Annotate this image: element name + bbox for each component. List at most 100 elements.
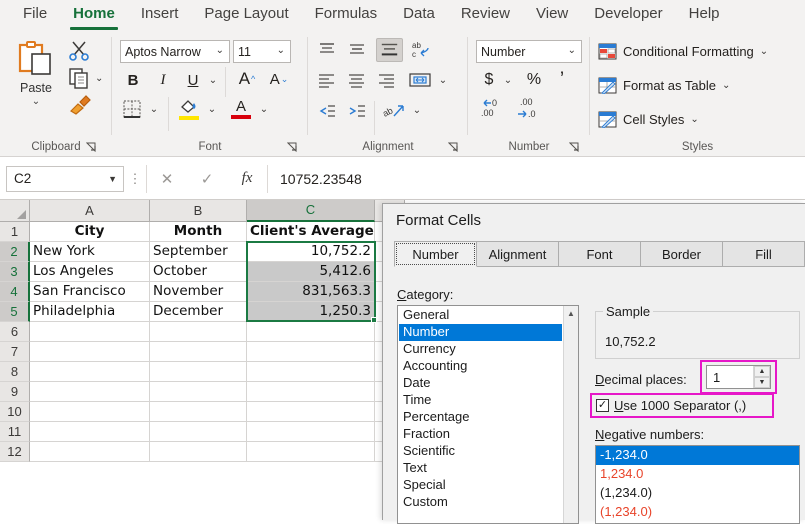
cell-b2[interactable]: September: [150, 242, 247, 262]
wrap-text-button[interactable]: ab c: [410, 40, 436, 61]
negative-number-option-3[interactable]: (1,234.0): [596, 484, 799, 503]
font-dialog-launcher[interactable]: [287, 142, 297, 152]
increase-indent-button[interactable]: [346, 101, 370, 122]
ribbon-tab-insert[interactable]: Insert: [128, 0, 192, 31]
cell-b4[interactable]: November: [150, 282, 247, 302]
cell-c12[interactable]: [247, 442, 375, 462]
cell-c4[interactable]: 831,563.3: [247, 282, 375, 302]
ribbon-tab-view[interactable]: View: [523, 0, 581, 31]
align-right-button[interactable]: [376, 71, 400, 92]
bold-button[interactable]: B: [122, 69, 144, 91]
decimal-places-stepper[interactable]: 1 ▲ ▼: [706, 365, 771, 389]
scroll-up-icon[interactable]: ▲: [564, 306, 578, 321]
cell-c11[interactable]: [247, 422, 375, 442]
cell-b3[interactable]: October: [150, 262, 247, 282]
merge-and-center-button[interactable]: [408, 70, 434, 91]
format-painter-button[interactable]: [68, 93, 94, 117]
comma-style-button[interactable]: ’: [550, 69, 574, 91]
category-item-special[interactable]: Special: [399, 477, 562, 494]
row-header-10[interactable]: 10: [0, 402, 30, 422]
increase-font-size-button[interactable]: A ^: [234, 67, 260, 91]
cell-c3[interactable]: 5,412.6: [247, 262, 375, 282]
align-top-button[interactable]: [316, 40, 340, 61]
borders-chevron-down-icon[interactable]: ⌄: [146, 97, 162, 121]
name-box[interactable]: C2 ▼: [6, 165, 124, 192]
cell-c1[interactable]: Client's Average: [247, 222, 375, 242]
font-name-chevron-down-icon[interactable]: ⌄: [214, 45, 229, 58]
decrease-font-size-button[interactable]: A ⌄: [266, 67, 292, 91]
merge-chevron-down-icon[interactable]: ⌄: [436, 71, 450, 92]
number-format-combo[interactable]: Number ⌄: [476, 40, 582, 63]
align-left-button[interactable]: [316, 71, 340, 92]
category-item-number[interactable]: Number: [399, 324, 562, 341]
negative-number-option-1[interactable]: -1,234.0: [596, 446, 799, 465]
ribbon-tab-data[interactable]: Data: [390, 0, 448, 31]
font-name-combo[interactable]: Aptos Narrow ⌄: [120, 40, 230, 63]
orientation-button[interactable]: ab: [381, 100, 408, 121]
cell-c9[interactable]: [247, 382, 375, 402]
row-header-5[interactable]: 5: [0, 302, 30, 322]
row-header-7[interactable]: 7: [0, 342, 30, 362]
spin-up-icon[interactable]: ▲: [754, 366, 770, 377]
column-header-b[interactable]: B: [150, 200, 247, 222]
number-dialog-launcher[interactable]: [569, 142, 579, 152]
row-header-9[interactable]: 9: [0, 382, 30, 402]
copy-chevron-down-icon[interactable]: ⌄: [95, 73, 103, 84]
row-header-12[interactable]: 12: [0, 442, 30, 462]
category-item-custom[interactable]: Custom: [399, 494, 562, 511]
category-item-accounting[interactable]: Accounting: [399, 358, 562, 375]
underline-button[interactable]: U: [182, 69, 204, 91]
category-item-percentage[interactable]: Percentage: [399, 409, 562, 426]
decrease-decimal-button[interactable]: 0 .00: [478, 95, 508, 119]
ribbon-tab-file[interactable]: File: [10, 0, 60, 31]
font-color-chevron-down-icon[interactable]: ⌄: [256, 97, 272, 121]
fill-handle[interactable]: [371, 317, 377, 323]
negative-number-option-2[interactable]: 1,234.0: [596, 465, 799, 484]
ribbon-tab-formulas[interactable]: Formulas: [302, 0, 391, 31]
row-header-6[interactable]: 6: [0, 322, 30, 342]
cell-b7[interactable]: [150, 342, 247, 362]
dialog-tab-border[interactable]: Border: [640, 241, 723, 267]
category-item-general[interactable]: General: [399, 307, 562, 324]
borders-button[interactable]: [120, 97, 144, 121]
italic-button[interactable]: I: [152, 69, 174, 91]
ribbon-tab-page-layout[interactable]: Page Layout: [191, 0, 301, 31]
category-scrollbar[interactable]: ▲: [563, 306, 578, 523]
dialog-tab-fill[interactable]: Fill: [722, 241, 805, 267]
name-box-chevron-down-icon[interactable]: ▼: [108, 174, 123, 184]
cell-c10[interactable]: [247, 402, 375, 422]
negative-number-option-4[interactable]: (1,234.0): [596, 503, 799, 522]
row-header-3[interactable]: 3: [0, 262, 30, 282]
cell-b9[interactable]: [150, 382, 247, 402]
cell-c8[interactable]: [247, 362, 375, 382]
cell-b1[interactable]: Month: [150, 222, 247, 242]
cell-a2[interactable]: New York: [30, 242, 150, 262]
cell-a11[interactable]: [30, 422, 150, 442]
fx-icon[interactable]: fx: [227, 170, 267, 187]
align-center-button[interactable]: [346, 71, 370, 92]
orientation-chevron-down-icon[interactable]: ⌄: [410, 101, 424, 122]
cell-b12[interactable]: [150, 442, 247, 462]
cell-a9[interactable]: [30, 382, 150, 402]
cell-c7[interactable]: [247, 342, 375, 362]
cell-a3[interactable]: Los Angeles: [30, 262, 150, 282]
cell-a6[interactable]: [30, 322, 150, 342]
category-item-date[interactable]: Date: [399, 375, 562, 392]
align-bottom-button[interactable]: [376, 38, 403, 62]
cell-c2[interactable]: 10,752.2: [247, 242, 375, 262]
copy-button[interactable]: ⌄: [68, 67, 112, 91]
checkbox-checked-icon[interactable]: ✓: [596, 399, 609, 412]
cell-c5[interactable]: 1,250.3: [247, 302, 375, 322]
row-header-1[interactable]: 1: [0, 222, 30, 242]
accounting-format-button[interactable]: $: [478, 69, 500, 91]
category-item-time[interactable]: Time: [399, 392, 562, 409]
cell-b8[interactable]: [150, 362, 247, 382]
cell-a10[interactable]: [30, 402, 150, 422]
category-item-fraction[interactable]: Fraction: [399, 426, 562, 443]
accounting-chevron-down-icon[interactable]: ⌄: [500, 69, 516, 91]
fill-color-button[interactable]: [176, 95, 202, 123]
row-header-2[interactable]: 2: [0, 242, 30, 262]
alignment-dialog-launcher[interactable]: [448, 142, 458, 152]
conditional-formatting-chevron-down-icon[interactable]: ⌄: [760, 46, 768, 57]
font-color-button[interactable]: A: [228, 95, 254, 123]
